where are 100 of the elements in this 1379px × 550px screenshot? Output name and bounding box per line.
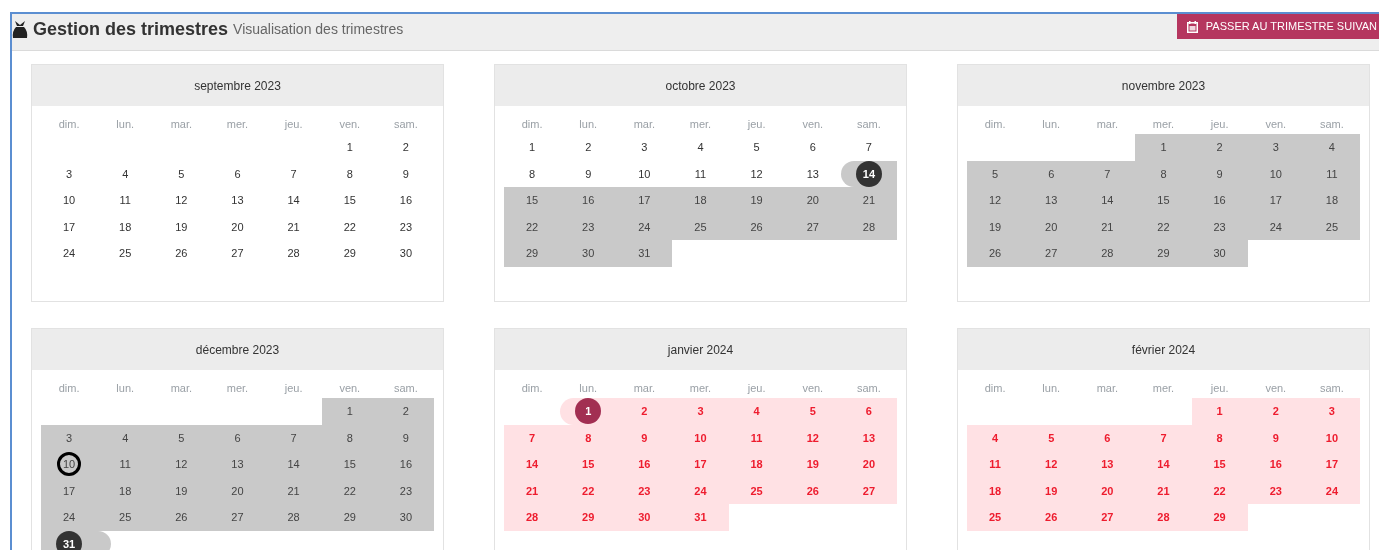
day-number[interactable]: 8 [346, 167, 353, 180]
day-number[interactable]: 28 [525, 511, 539, 523]
day-number[interactable]: 12 [750, 167, 763, 180]
day-number[interactable]: 27 [862, 484, 876, 497]
day-number[interactable]: 19 [806, 458, 819, 470]
day-number[interactable]: 3 [1328, 405, 1335, 417]
day-number[interactable]: 12 [175, 458, 188, 470]
day-number[interactable]: 30 [1213, 247, 1226, 259]
day-number[interactable]: 23 [399, 484, 413, 497]
day-number[interactable]: 15 [525, 194, 539, 206]
day-number[interactable]: 5 [753, 141, 760, 153]
day-number[interactable]: 18 [694, 194, 707, 206]
day-number[interactable]: 21 [287, 220, 300, 233]
day-number[interactable]: 24 [694, 484, 707, 497]
day-number[interactable]: 2 [1216, 141, 1223, 153]
day-number[interactable]: 4 [992, 431, 999, 444]
day-number[interactable]: 3 [697, 405, 704, 417]
day-number[interactable]: 9 [1216, 167, 1223, 180]
day-number[interactable]: 23 [1213, 220, 1226, 233]
day-number[interactable]: 28 [1101, 247, 1114, 259]
day-number[interactable]: 19 [175, 220, 188, 233]
day-number[interactable]: 6 [809, 141, 816, 153]
day-number[interactable]: 28 [862, 220, 876, 233]
day-number[interactable]: 30 [582, 247, 595, 259]
day-number[interactable]: 12 [806, 431, 819, 444]
day-number[interactable]: 13 [862, 431, 876, 444]
day-number[interactable]: 31 [694, 511, 707, 523]
day-number[interactable]: 10 [1325, 431, 1339, 444]
day-number[interactable]: 15 [582, 458, 595, 470]
day-number[interactable]: 5 [1048, 431, 1055, 444]
day-number[interactable]: 8 [1160, 167, 1167, 180]
day-number[interactable]: 17 [1325, 458, 1339, 470]
day-number[interactable]: 22 [1213, 484, 1226, 497]
day-number[interactable]: 4 [697, 141, 704, 153]
day-number[interactable]: 12 [988, 194, 1002, 206]
day-number[interactable]: 6 [234, 431, 241, 444]
day-number[interactable]: 24 [1325, 484, 1339, 497]
day-number[interactable]: 15 [1157, 194, 1170, 206]
day-number[interactable]: 3 [1272, 141, 1279, 153]
day-number[interactable]: 5 [992, 167, 999, 180]
day-number[interactable]: 21 [862, 194, 876, 206]
day-number[interactable]: 7 [1104, 167, 1111, 180]
day-number[interactable]: 25 [988, 511, 1002, 523]
day-number[interactable]: 18 [119, 484, 132, 497]
day-number[interactable]: 8 [529, 167, 536, 180]
day-number[interactable]: 25 [119, 247, 132, 259]
day-number[interactable]: 20 [1101, 484, 1114, 497]
day-number[interactable]: 22 [343, 220, 356, 233]
day-number[interactable]: 7 [1160, 431, 1167, 444]
day-number[interactable]: 14 [287, 194, 300, 206]
day-number[interactable]: 11 [119, 194, 131, 206]
day-number[interactable]: 1 [346, 405, 353, 417]
day-number[interactable]: 19 [1045, 484, 1058, 497]
day-number[interactable]: 13 [1101, 458, 1114, 470]
day-number[interactable]: 9 [641, 431, 648, 444]
day-number[interactable]: 16 [638, 458, 651, 470]
day-number[interactable]: 29 [1213, 511, 1226, 523]
day-number[interactable]: 18 [750, 458, 763, 470]
day-number[interactable]: 4 [122, 431, 129, 444]
day-number[interactable]: 17 [638, 194, 651, 206]
day-number[interactable]: 25 [750, 484, 763, 497]
day-number[interactable]: 3 [66, 431, 73, 444]
day-number[interactable]: 3 [66, 167, 73, 180]
day-number[interactable]: 17 [62, 484, 76, 497]
day-number[interactable]: 16 [1213, 194, 1226, 206]
day-number[interactable]: 31 [638, 247, 651, 259]
day-number[interactable]: 22 [1157, 220, 1170, 233]
day-number[interactable]: 20 [806, 194, 819, 206]
day-number[interactable]: 30 [638, 511, 651, 523]
day-number[interactable]: 10 [694, 431, 707, 444]
day-number[interactable]: 29 [343, 247, 356, 259]
day-number[interactable]: 16 [1269, 458, 1282, 470]
day-number[interactable]: 26 [175, 247, 188, 259]
day-number[interactable]: 15 [1213, 458, 1226, 470]
day-number[interactable]: 17 [62, 220, 76, 233]
day-number[interactable]: 30 [399, 511, 413, 523]
day-number[interactable]: 4 [1328, 141, 1335, 153]
day-number[interactable]: 28 [287, 247, 300, 259]
day-number[interactable]: 23 [638, 484, 651, 497]
day-number[interactable]: 11 [694, 167, 707, 180]
day-number[interactable]: 6 [865, 405, 872, 417]
day-number[interactable]: 22 [343, 484, 356, 497]
day-number[interactable]: 19 [750, 194, 763, 206]
day-number[interactable]: 27 [1101, 511, 1114, 523]
next-quarter-button[interactable]: PASSER AU TRIMESTRE SUIVAN [1176, 14, 1379, 39]
day-number[interactable]: 26 [750, 220, 763, 233]
day-number[interactable]: 9 [402, 167, 409, 180]
day-number[interactable]: 13 [231, 194, 244, 206]
day-number[interactable]: 27 [806, 220, 819, 233]
day-number[interactable]: 13 [231, 458, 244, 470]
day-number[interactable]: 6 [1048, 167, 1055, 180]
day-number[interactable]: 26 [1045, 511, 1058, 523]
day-number[interactable]: 1 [346, 141, 353, 153]
day-number[interactable]: 29 [343, 511, 356, 523]
day-number[interactable]: 14 [1157, 458, 1170, 470]
day-number[interactable]: 2 [641, 405, 648, 417]
day-number[interactable]: 22 [582, 484, 595, 497]
day-number[interactable]: 16 [582, 194, 595, 206]
day-number[interactable]: 23 [1269, 484, 1282, 497]
day-number[interactable]: 7 [290, 431, 297, 444]
